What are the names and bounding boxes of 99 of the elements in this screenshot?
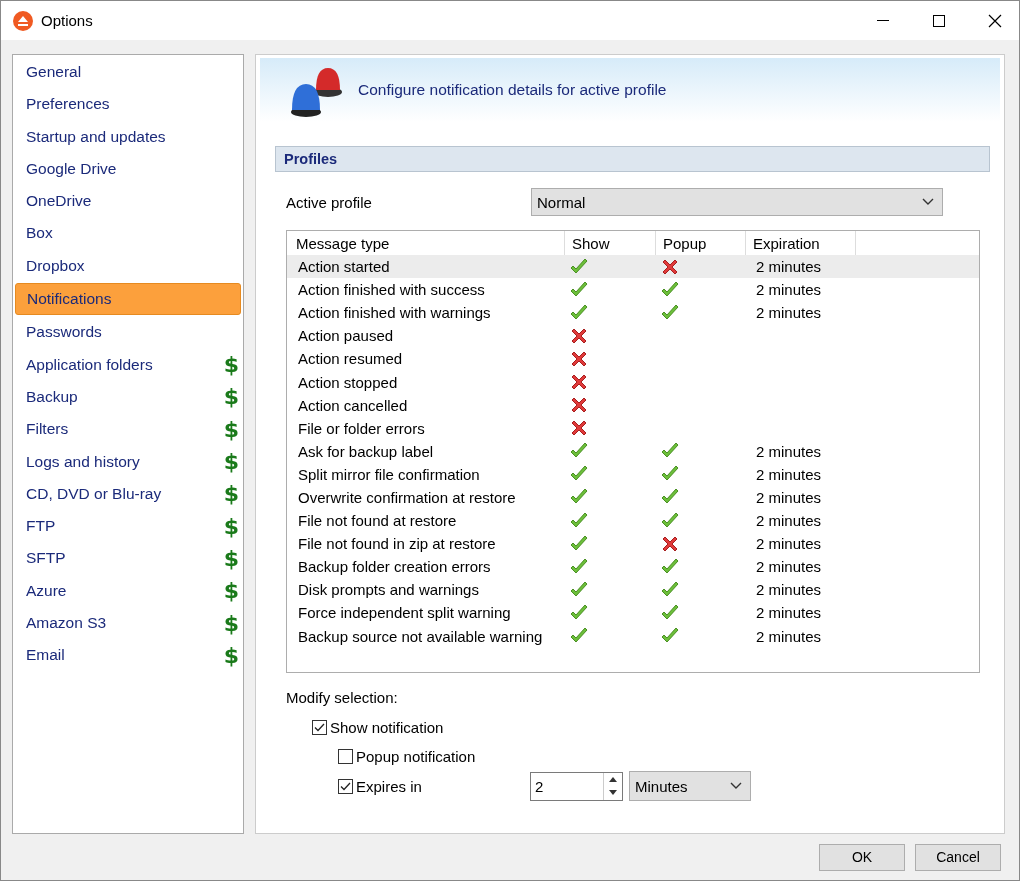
message-type-cell-text: Ask for backup label [297, 442, 435, 460]
message-type-cell-text: Overwrite confirmation at restore [297, 489, 517, 506]
table-row[interactable]: File not found in zip at restore 2 minutes [287, 532, 979, 556]
table-row[interactable]: Disk prompts and warnings 2 minutes [287, 578, 979, 602]
dialog-button[interactable]: Cancel [915, 843, 1001, 871]
sidebar-item[interactable]: Dropbox [15, 250, 241, 281]
checkbox[interactable] [338, 778, 353, 794]
spin-up-icon[interactable] [609, 776, 617, 782]
message-type-cell-text: Action paused [297, 327, 395, 345]
sidebar-item[interactable]: General [15, 57, 241, 87]
minimize-icon [877, 19, 889, 22]
message-type-cell-text: Action resumed [297, 350, 404, 368]
dialog-button[interactable]: OK [819, 843, 905, 871]
checkbox-label: Show notification [330, 719, 444, 736]
window-title: Options [41, 12, 94, 29]
expiration-cell: 2 minutes [756, 512, 822, 530]
table-row[interactable]: Action stopped [287, 370, 979, 394]
expiration-cell: 2 minutes [756, 581, 822, 599]
table-row[interactable]: Backup folder creation errors 2 minutes [287, 555, 979, 579]
sidebar-item[interactable]: Azure $ [15, 575, 241, 606]
table-row[interactable]: Action cancelled [287, 393, 979, 417]
sidebar-item[interactable]: Notifications [15, 283, 241, 316]
number-field[interactable]: 2 [530, 771, 623, 801]
table-row[interactable]: Action finished with success 2 minutes [287, 278, 979, 302]
field-label: Active profile [286, 193, 373, 211]
paid-mark: $ [223, 545, 239, 571]
sidebar-item[interactable]: Amazon S3 $ [15, 608, 241, 639]
table-row[interactable]: Action resumed [287, 347, 979, 371]
expiration-cell: 2 minutes [756, 281, 822, 299]
expiration-cell: 2 minutes [756, 465, 822, 483]
expiration-cell: 2 minutes [756, 535, 822, 553]
chevron-down-icon [730, 782, 742, 790]
sidebar-item[interactable]: Preferences [15, 89, 241, 120]
sidebar-item[interactable]: FTP $ [15, 511, 241, 542]
expiration-cell: 2 minutes [756, 627, 822, 645]
sidebar-item[interactable]: Google Drive [15, 153, 241, 184]
paid-mark: $ [223, 642, 239, 668]
message-type-cell-text: Backup source not available warning [297, 627, 544, 645]
header-text: Configure notification details for active profile [358, 81, 667, 99]
paid-mark: $ [223, 610, 239, 636]
table-row[interactable]: File or folder errors [287, 416, 979, 440]
sidebar-item[interactable]: Box [15, 218, 241, 249]
table-row[interactable]: Action started 2 minutes [287, 255, 979, 279]
message-type-cell-text: Backup folder creation errors [297, 558, 492, 576]
expiration-cell: 2 minutes [756, 442, 822, 460]
paid-mark: $ [223, 384, 239, 410]
table-row[interactable]: Action paused [287, 324, 979, 348]
sidebar-item[interactable]: Email $ [15, 640, 241, 671]
paid-mark: $ [223, 481, 239, 507]
message-type-cell-text: Action stopped [297, 373, 399, 391]
message-type-cell-text: Disk prompts and warnings [297, 581, 480, 599]
table-row[interactable]: Overwrite confirmation at restore 2 minutes [287, 485, 979, 510]
table-row[interactable]: Ask for backup label 2 minutes [287, 439, 979, 463]
message-type-cell-text: File not found at restore [297, 512, 458, 530]
sidebar-item[interactable]: Backup $ [15, 381, 241, 412]
checkbox-label: Popup notification [356, 748, 476, 765]
unit-dropdown[interactable]: Minutes [629, 771, 751, 801]
message-type-cell-text: Action finished with warnings [297, 304, 492, 322]
message-type-cell-text: File not found in zip at restore [297, 535, 497, 553]
message-type-cell-text: Action finished with success [297, 281, 486, 299]
maximize-icon [933, 14, 945, 27]
profile-dropdown[interactable]: Normal [531, 188, 943, 216]
expiration-cell: 2 minutes [756, 489, 822, 506]
paid-mark: $ [223, 352, 239, 378]
expiration-cell: 2 minutes [756, 558, 822, 576]
sidebar-item[interactable]: Passwords [15, 317, 241, 348]
table-row[interactable]: Action finished with warnings 2 minutes [287, 301, 979, 325]
sidebar-item[interactable]: CD, DVD or Blu-ray $ [15, 478, 241, 509]
message-type-cell-text: Action started [297, 258, 391, 276]
expiration-cell: 2 minutes [756, 304, 822, 322]
sidebar-item[interactable]: Application folders $ [15, 349, 241, 380]
checkbox[interactable] [312, 720, 327, 735]
message-type-cell-text: File or folder errors [297, 419, 426, 437]
paid-mark: $ [223, 449, 239, 475]
sidebar-item[interactable]: Logs and history $ [15, 446, 241, 477]
message-type-cell-text: Split mirror file confirmation [297, 465, 481, 483]
expiration-cell: 2 minutes [756, 604, 822, 622]
section-header: Profiles [275, 146, 990, 172]
paid-mark: $ [223, 416, 239, 442]
chevron-down-icon [922, 198, 934, 206]
expiration-cell: 2 minutes [756, 258, 822, 276]
app-logo-icon [13, 10, 33, 31]
checkbox[interactable] [338, 749, 353, 764]
paid-mark: $ [223, 578, 239, 604]
sidebar-item[interactable]: Startup and updates [15, 121, 241, 152]
section-label: Modify selection: [286, 689, 399, 708]
table-row[interactable]: Split mirror file confirmation 2 minutes [287, 462, 979, 486]
table-row[interactable]: File not found at restore 2 minutes [287, 509, 979, 533]
checkbox-label: Expires in [356, 777, 422, 795]
paid-mark: $ [223, 513, 239, 539]
sidebar-item[interactable]: OneDrive [15, 186, 241, 217]
spin-down-icon[interactable] [609, 790, 617, 796]
sidebar-item[interactable]: SFTP $ [15, 543, 241, 574]
message-type-cell-text: Action cancelled [297, 396, 409, 414]
table-row[interactable]: Force independent split warning 2 minutes [287, 601, 979, 625]
table-row[interactable]: Backup source not available warning 2 minutes [287, 624, 979, 648]
close-icon [988, 13, 1002, 28]
message-type-cell-text: Force independent split warning [297, 604, 512, 622]
sidebar-item[interactable]: Filters $ [15, 414, 241, 445]
